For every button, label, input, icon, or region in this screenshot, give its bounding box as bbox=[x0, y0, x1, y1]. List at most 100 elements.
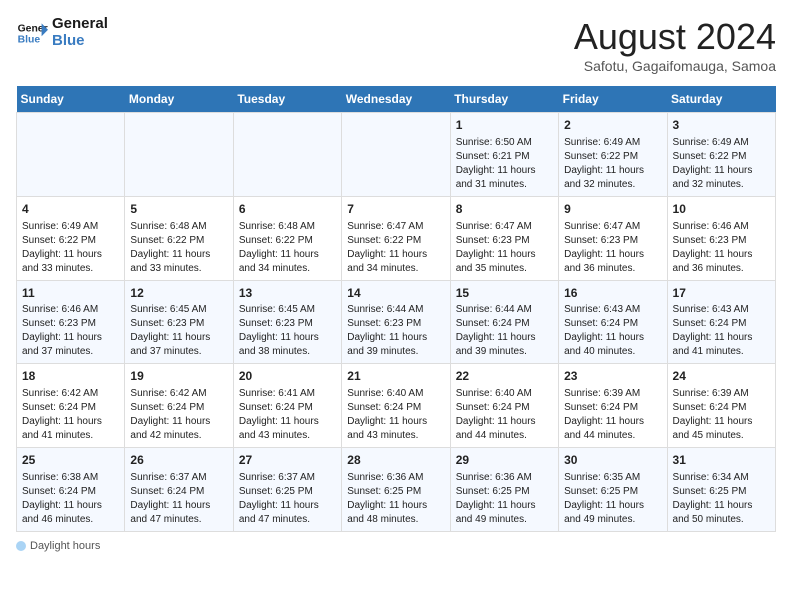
cell-info: Daylight: 11 hours and 50 minutes. bbox=[673, 499, 770, 527]
logo-general: General bbox=[52, 16, 108, 33]
calendar-cell bbox=[125, 113, 233, 197]
cell-info: Sunset: 6:24 PM bbox=[673, 317, 770, 331]
cell-info: Daylight: 11 hours and 45 minutes. bbox=[673, 415, 770, 443]
cell-info: Daylight: 11 hours and 43 minutes. bbox=[347, 415, 444, 443]
day-number: 15 bbox=[456, 285, 553, 302]
header-sunday: Sunday bbox=[17, 86, 125, 113]
day-number: 17 bbox=[673, 285, 770, 302]
logo-icon: General Blue bbox=[16, 17, 48, 49]
cell-info: Sunset: 6:25 PM bbox=[347, 485, 444, 499]
cell-info: Sunset: 6:24 PM bbox=[564, 317, 661, 331]
day-number: 23 bbox=[564, 368, 661, 385]
calendar-cell: 16Sunrise: 6:43 AMSunset: 6:24 PMDayligh… bbox=[559, 280, 667, 364]
day-number: 4 bbox=[22, 201, 119, 218]
day-number: 16 bbox=[564, 285, 661, 302]
cell-info: Sunset: 6:24 PM bbox=[673, 401, 770, 415]
header-tuesday: Tuesday bbox=[233, 86, 341, 113]
calendar-cell: 19Sunrise: 6:42 AMSunset: 6:24 PMDayligh… bbox=[125, 364, 233, 448]
day-number: 27 bbox=[239, 452, 336, 469]
calendar-cell: 25Sunrise: 6:38 AMSunset: 6:24 PMDayligh… bbox=[17, 448, 125, 532]
calendar-cell: 24Sunrise: 6:39 AMSunset: 6:24 PMDayligh… bbox=[667, 364, 775, 448]
cell-info: Daylight: 11 hours and 47 minutes. bbox=[130, 499, 227, 527]
cell-info: Sunrise: 6:47 AM bbox=[456, 220, 553, 234]
cell-info: Sunset: 6:25 PM bbox=[564, 485, 661, 499]
logo-blue: Blue bbox=[52, 33, 108, 50]
cell-info: Sunset: 6:25 PM bbox=[456, 485, 553, 499]
cell-info: Sunrise: 6:42 AM bbox=[22, 387, 119, 401]
cell-info: Sunset: 6:21 PM bbox=[456, 150, 553, 164]
day-number: 1 bbox=[456, 117, 553, 134]
cell-info: Daylight: 11 hours and 44 minutes. bbox=[564, 415, 661, 443]
cell-info: Sunrise: 6:49 AM bbox=[673, 136, 770, 150]
cell-info: Sunset: 6:24 PM bbox=[456, 401, 553, 415]
calendar-cell: 23Sunrise: 6:39 AMSunset: 6:24 PMDayligh… bbox=[559, 364, 667, 448]
calendar-cell: 1Sunrise: 6:50 AMSunset: 6:21 PMDaylight… bbox=[450, 113, 558, 197]
calendar-table: SundayMondayTuesdayWednesdayThursdayFrid… bbox=[16, 86, 776, 532]
header-monday: Monday bbox=[125, 86, 233, 113]
cell-info: Daylight: 11 hours and 32 minutes. bbox=[673, 164, 770, 192]
day-number: 12 bbox=[130, 285, 227, 302]
cell-info: Sunrise: 6:44 AM bbox=[347, 303, 444, 317]
calendar-cell: 20Sunrise: 6:41 AMSunset: 6:24 PMDayligh… bbox=[233, 364, 341, 448]
logo: General Blue General Blue bbox=[16, 16, 108, 49]
cell-info: Sunrise: 6:37 AM bbox=[130, 471, 227, 485]
day-number: 26 bbox=[130, 452, 227, 469]
day-number: 11 bbox=[22, 285, 119, 302]
cell-info: Sunrise: 6:48 AM bbox=[239, 220, 336, 234]
cell-info: Sunset: 6:23 PM bbox=[564, 234, 661, 248]
day-number: 10 bbox=[673, 201, 770, 218]
cell-info: Sunrise: 6:39 AM bbox=[564, 387, 661, 401]
week-row-2: 4Sunrise: 6:49 AMSunset: 6:22 PMDaylight… bbox=[17, 196, 776, 280]
cell-info: Sunset: 6:23 PM bbox=[130, 317, 227, 331]
cell-info: Sunrise: 6:36 AM bbox=[347, 471, 444, 485]
calendar-cell: 28 Sunrise: 6:36 AMSunset: 6:25 PMDayligh… bbox=[342, 448, 450, 532]
cell-info: Daylight: 11 hours and 39 minutes. bbox=[456, 331, 553, 359]
cell-info: Daylight: 11 hours and 41 minutes. bbox=[22, 415, 119, 443]
calendar-cell: 2Sunrise: 6:49 AMSunset: 6:22 PMDaylight… bbox=[559, 113, 667, 197]
day-number: 21 bbox=[347, 368, 444, 385]
cell-info: Sunrise: 6:47 AM bbox=[347, 220, 444, 234]
day-number: 24 bbox=[673, 368, 770, 385]
page-title: August 2024 bbox=[574, 16, 776, 58]
cell-info: Daylight: 11 hours and 32 minutes. bbox=[564, 164, 661, 192]
header-wednesday: Wednesday bbox=[342, 86, 450, 113]
cell-info: Daylight: 11 hours and 49 minutes. bbox=[564, 499, 661, 527]
cell-info: Sunrise: 6:37 AM bbox=[239, 471, 336, 485]
calendar-cell: 31Sunrise: 6:34 AMSunset: 6:25 PMDayligh… bbox=[667, 448, 775, 532]
cell-info: Sunrise: 6:46 AM bbox=[22, 303, 119, 317]
cell-info: Daylight: 11 hours and 39 minutes. bbox=[347, 331, 444, 359]
day-number: 3 bbox=[673, 117, 770, 134]
cell-info: Sunset: 6:25 PM bbox=[673, 485, 770, 499]
day-number: 30 bbox=[564, 452, 661, 469]
cell-info: Sunset: 6:24 PM bbox=[130, 401, 227, 415]
header-thursday: Thursday bbox=[450, 86, 558, 113]
calendar-cell: 21Sunrise: 6:40 AMSunset: 6:24 PMDayligh… bbox=[342, 364, 450, 448]
day-number: 9 bbox=[564, 201, 661, 218]
calendar-cell bbox=[233, 113, 341, 197]
cell-info: Sunset: 6:25 PM bbox=[239, 485, 336, 499]
cell-info: Sunrise: 6:40 AM bbox=[456, 387, 553, 401]
cell-info: Sunset: 6:24 PM bbox=[456, 317, 553, 331]
title-block: August 2024 Safotu, Gagaifomauga, Samoa bbox=[574, 16, 776, 74]
page-header: General Blue General Blue August 2024 Sa… bbox=[16, 16, 776, 74]
cell-info: Sunrise: 6:45 AM bbox=[130, 303, 227, 317]
cell-info: Sunrise: 6:47 AM bbox=[564, 220, 661, 234]
calendar-header: SundayMondayTuesdayWednesdayThursdayFrid… bbox=[17, 86, 776, 113]
calendar-cell: 22Sunrise: 6:40 AMSunset: 6:24 PMDayligh… bbox=[450, 364, 558, 448]
cell-info: Sunset: 6:24 PM bbox=[22, 401, 119, 415]
cell-info: Daylight: 11 hours and 43 minutes. bbox=[239, 415, 336, 443]
cell-info: Sunrise: 6:43 AM bbox=[673, 303, 770, 317]
day-number: 14 bbox=[347, 285, 444, 302]
cell-info: Daylight: 11 hours and 37 minutes. bbox=[130, 331, 227, 359]
cell-info: Sunrise: 6:45 AM bbox=[239, 303, 336, 317]
cell-info: Sunrise: 6:35 AM bbox=[564, 471, 661, 485]
day-number: 13 bbox=[239, 285, 336, 302]
calendar-cell: 29Sunrise: 6:36 AMSunset: 6:25 PMDayligh… bbox=[450, 448, 558, 532]
cell-info: Sunset: 6:23 PM bbox=[239, 317, 336, 331]
day-number: 25 bbox=[22, 452, 119, 469]
cell-info: Daylight: 11 hours and 37 minutes. bbox=[22, 331, 119, 359]
cell-info: Sunset: 6:24 PM bbox=[130, 485, 227, 499]
day-number: 28 bbox=[347, 452, 444, 469]
day-number: 19 bbox=[130, 368, 227, 385]
cell-info: Daylight: 11 hours and 48 minutes. bbox=[347, 499, 444, 527]
